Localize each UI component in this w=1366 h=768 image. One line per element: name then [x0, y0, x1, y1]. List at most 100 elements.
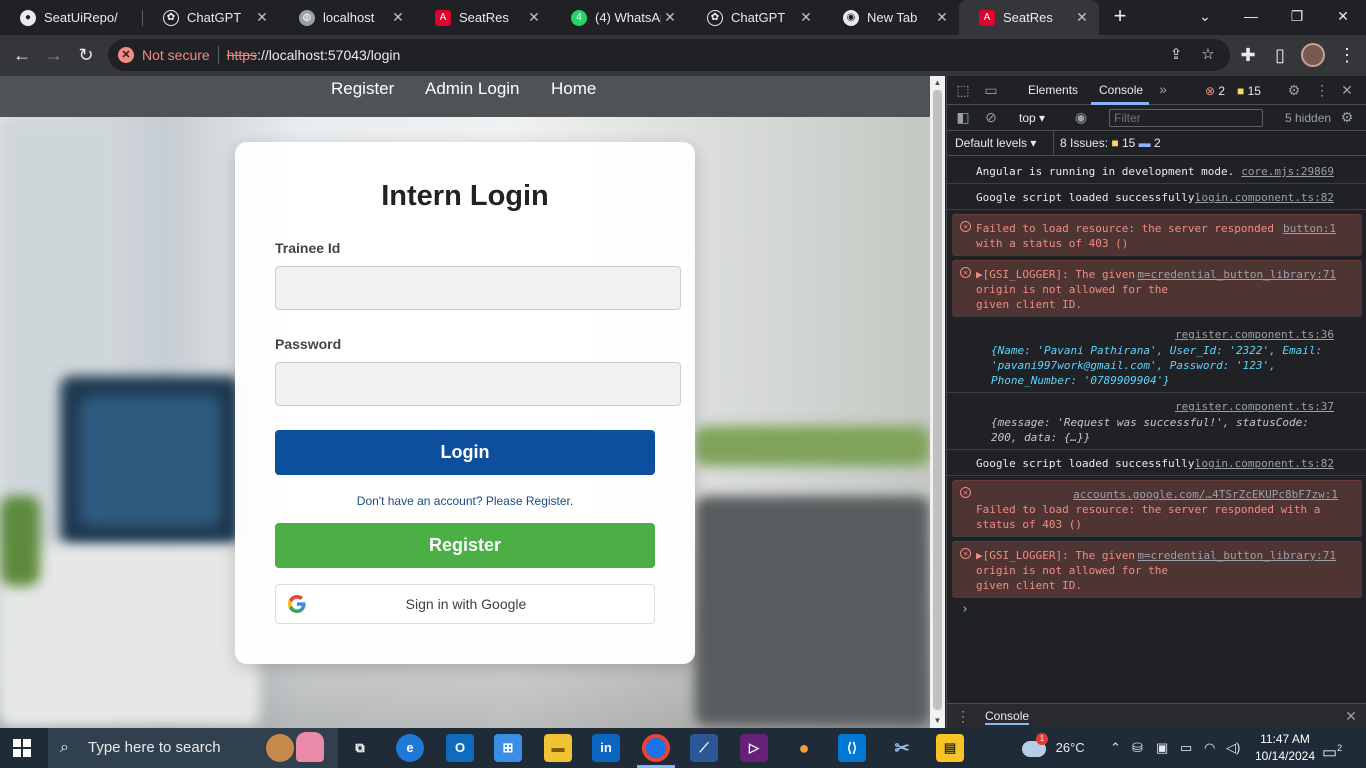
- tab-seatres-1[interactable]: A SeatRes ✕: [415, 0, 551, 35]
- close-tab-icon[interactable]: ✕: [1073, 9, 1091, 26]
- bookmark-star-icon[interactable]: ☆: [1194, 39, 1222, 71]
- settings-gear-icon[interactable]: ⚙: [1284, 82, 1304, 99]
- side-panel-icon[interactable]: ▯: [1268, 43, 1292, 67]
- close-window-button[interactable]: ✕: [1320, 0, 1366, 32]
- snipping-tool-icon[interactable]: ✂: [888, 734, 916, 762]
- sticky-notes-icon[interactable]: ▤: [936, 734, 964, 762]
- close-tab-icon[interactable]: ✕: [389, 9, 407, 26]
- source-link[interactable]: register.component.ts:36: [1175, 327, 1334, 342]
- task-view-icon[interactable]: ⧉: [346, 734, 374, 762]
- more-tabs-icon[interactable]: »: [1153, 81, 1173, 97]
- logged-object[interactable]: {message: 'Request was successful!', sta…: [976, 415, 1337, 445]
- wifi-icon[interactable]: ◠: [1204, 728, 1215, 768]
- tab-localhost[interactable]: ◍ localhost ✕: [279, 0, 415, 35]
- microphone-icon[interactable]: ●: [790, 734, 818, 762]
- tab-chatgpt-2[interactable]: ✿ ChatGPT ✕: [687, 0, 823, 35]
- register-button[interactable]: Register: [275, 523, 655, 568]
- weather-widget[interactable]: 1 26°C: [1022, 728, 1085, 768]
- scroll-down-arrow-icon[interactable]: ▼: [930, 714, 945, 728]
- tab-search-chevron-icon[interactable]: ⌄: [1182, 0, 1228, 32]
- tab-console[interactable]: Console: [1099, 83, 1143, 97]
- sidebar-toggle-icon[interactable]: ◧: [953, 109, 973, 126]
- issues-link[interactable]: 8 Issues: ■ 15 ▬ 2: [1060, 136, 1161, 150]
- close-tab-icon[interactable]: ✕: [797, 9, 815, 26]
- reload-button[interactable]: ↻: [74, 43, 98, 67]
- login-button[interactable]: Login: [275, 430, 655, 475]
- file-explorer-icon[interactable]: ▬: [544, 734, 572, 762]
- show-hidden-icons-chevron-icon[interactable]: ⌃: [1110, 728, 1121, 768]
- store-icon[interactable]: ⊞: [494, 734, 522, 762]
- battery-icon[interactable]: ▭: [1180, 728, 1192, 768]
- register-hint-link[interactable]: Don't have an account? Please Register.: [275, 494, 655, 508]
- google-sign-in-button[interactable]: Sign in with Google: [275, 584, 655, 624]
- tab-seatuirepo[interactable]: ● SeatUiRepo/: [0, 0, 142, 35]
- live-expression-eye-icon[interactable]: ◉: [1071, 109, 1091, 126]
- clear-console-icon[interactable]: ⊘: [981, 109, 1001, 126]
- source-link[interactable]: m=credential_button_library:71: [1137, 267, 1336, 282]
- nav-admin-login-link[interactable]: Admin Login: [425, 79, 520, 99]
- console-settings-gear-icon[interactable]: ⚙: [1337, 109, 1357, 126]
- back-button[interactable]: ←: [10, 43, 34, 67]
- extensions-icon[interactable]: ✚: [1236, 43, 1260, 67]
- close-drawer-icon[interactable]: ✕: [1341, 708, 1361, 725]
- close-tab-icon[interactable]: ✕: [253, 9, 271, 26]
- page-scrollbar[interactable]: ▲ ▼: [930, 76, 945, 728]
- vscode-icon[interactable]: ⟨⟩: [838, 734, 866, 762]
- password-input[interactable]: [275, 362, 681, 406]
- not-secure-label[interactable]: Not secure: [142, 47, 210, 63]
- tab-chatgpt-1[interactable]: ✿ ChatGPT ✕: [143, 0, 279, 35]
- visual-studio-icon[interactable]: ▷: [740, 734, 768, 762]
- close-tab-icon[interactable]: ✕: [661, 9, 679, 26]
- nav-home-link[interactable]: Home: [551, 79, 596, 99]
- forward-button[interactable]: →: [42, 43, 66, 67]
- inspect-element-icon[interactable]: ⬚: [953, 82, 973, 99]
- address-bar[interactable]: ✕ Not secure https ://localhost:57043/lo…: [108, 39, 1230, 71]
- ssms-icon[interactable]: ⟋: [690, 734, 718, 762]
- close-tab-icon[interactable]: ✕: [525, 9, 543, 26]
- device-toolbar-icon[interactable]: ▭: [981, 82, 1001, 99]
- taskbar-search-box[interactable]: ⌕ Type here to search: [48, 728, 338, 768]
- menu-kebab-icon[interactable]: ⋮: [1335, 43, 1359, 67]
- console-prompt-icon[interactable]: ›: [961, 602, 969, 617]
- default-levels-dropdown[interactable]: Default levels ▾: [955, 136, 1036, 150]
- close-devtools-icon[interactable]: ✕: [1337, 82, 1357, 99]
- restore-button[interactable]: ❐: [1274, 0, 1320, 32]
- notification-center-icon[interactable]: ▭2: [1322, 728, 1342, 768]
- source-link[interactable]: login.component.ts:82: [1195, 190, 1334, 205]
- new-tab-button[interactable]: +: [1108, 4, 1132, 28]
- profile-avatar[interactable]: [1301, 43, 1325, 67]
- linkedin-icon[interactable]: in: [592, 734, 620, 762]
- warning-count-badge[interactable]: ■ 15: [1237, 84, 1261, 98]
- nav-register-link[interactable]: Register: [331, 79, 394, 99]
- source-link[interactable]: accounts.google.com/…4TSrZcEKUPc8bF7zw:1: [976, 487, 1338, 502]
- trainee-id-input[interactable]: [275, 266, 681, 310]
- tab-whatsapp[interactable]: 4 (4) WhatsAp ✕: [551, 0, 687, 35]
- share-icon[interactable]: ⇪: [1162, 39, 1190, 71]
- windows-start-icon[interactable]: [13, 739, 31, 757]
- not-secure-warning-icon[interactable]: ✕: [118, 47, 134, 63]
- console-filter-input[interactable]: [1109, 109, 1263, 127]
- devtools-menu-kebab-icon[interactable]: ⋮: [1312, 82, 1332, 99]
- taskbar-clock[interactable]: 11:47 AM 10/14/2024: [1250, 731, 1320, 765]
- logged-object[interactable]: {Name: 'Pavani Pathirana', User_Id: '232…: [976, 343, 1337, 388]
- source-link[interactable]: m=credential_button_library:71: [1137, 548, 1336, 563]
- scroll-up-arrow-icon[interactable]: ▲: [930, 76, 945, 90]
- source-link[interactable]: button:1: [1283, 221, 1336, 236]
- close-tab-icon[interactable]: ✕: [933, 9, 951, 26]
- tab-new-tab[interactable]: ◉ New Tab ✕: [823, 0, 959, 35]
- volume-icon[interactable]: ◁): [1226, 728, 1240, 768]
- chrome-taskbar-icon[interactable]: [642, 734, 670, 762]
- minimize-button[interactable]: —: [1228, 0, 1274, 32]
- source-link[interactable]: login.component.ts:82: [1195, 456, 1334, 471]
- drawer-console-tab[interactable]: Console: [985, 709, 1030, 725]
- tab-elements[interactable]: Elements: [1028, 83, 1078, 97]
- display-icon[interactable]: ▣: [1156, 728, 1168, 768]
- context-selector[interactable]: top ▾: [1019, 111, 1045, 125]
- error-count-badge[interactable]: ⊗ 2: [1205, 84, 1225, 98]
- drawer-menu-kebab-icon[interactable]: ⋮: [953, 708, 973, 725]
- network-drive-icon[interactable]: ⛁: [1132, 728, 1143, 768]
- outlook-icon[interactable]: O: [446, 734, 474, 762]
- source-link[interactable]: register.component.ts:37: [1175, 399, 1334, 414]
- edge-icon[interactable]: e: [396, 734, 424, 762]
- tab-seatres-active[interactable]: A SeatRes ✕: [959, 0, 1099, 35]
